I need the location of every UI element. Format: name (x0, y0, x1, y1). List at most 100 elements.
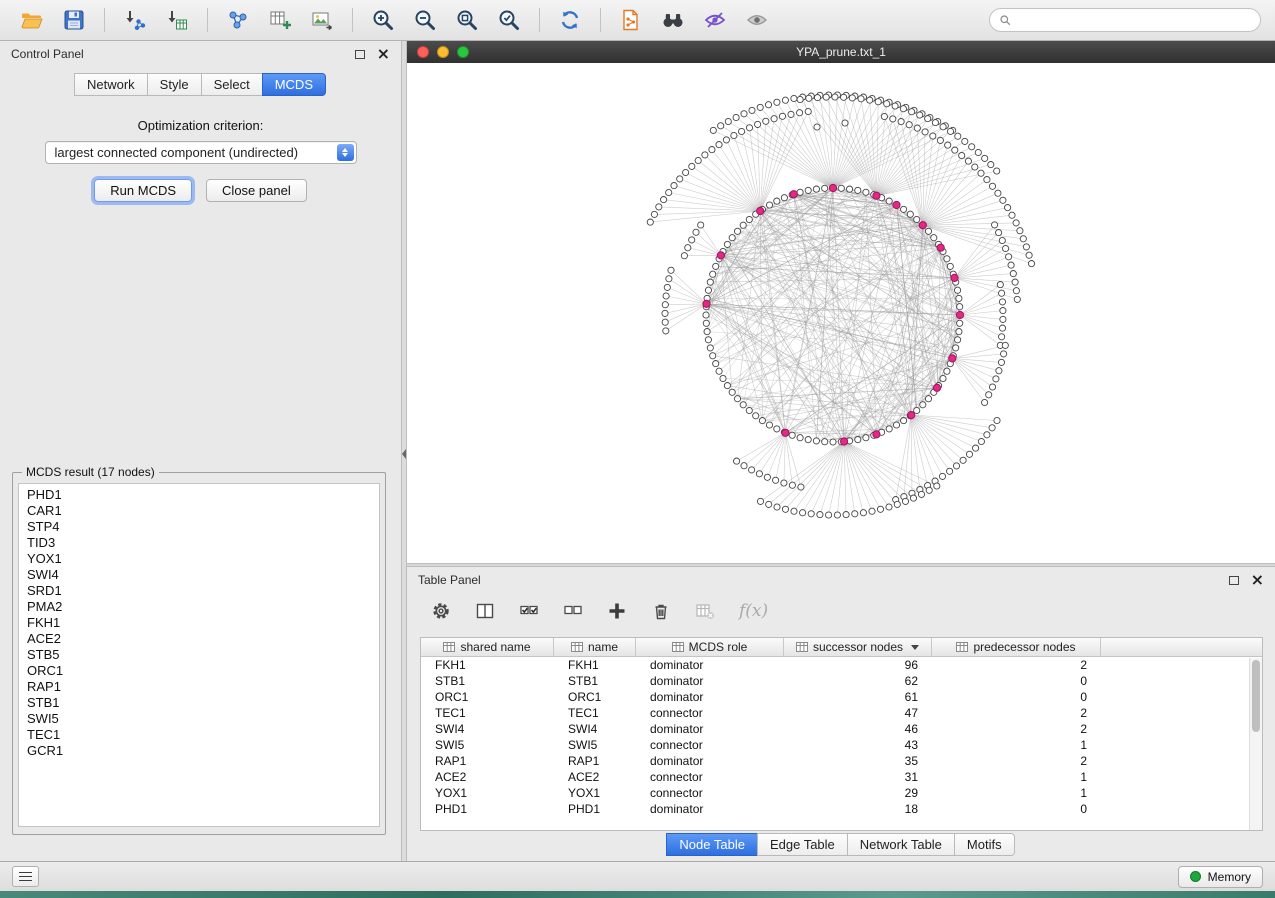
cell-name[interactable]: ACE2 (554, 769, 636, 785)
table-row[interactable]: ORC1 ORC1 dominator 61 0 (421, 689, 1262, 705)
cell-mcds-role[interactable]: dominator (636, 801, 784, 817)
mcds-result-item[interactable]: TEC1 (19, 727, 379, 743)
cell-predecessor-nodes[interactable]: 0 (932, 673, 1101, 689)
cell-predecessor-nodes[interactable]: 0 (932, 801, 1101, 817)
cell-name[interactable]: PHD1 (554, 801, 636, 817)
cell-name[interactable]: ORC1 (554, 689, 636, 705)
table-scrollbar[interactable] (1249, 658, 1262, 830)
cell-shared-name[interactable]: SWI4 (421, 721, 554, 737)
cell-shared-name[interactable]: STB1 (421, 673, 554, 689)
cell-predecessor-nodes[interactable]: 2 (932, 657, 1101, 673)
cell-predecessor-nodes[interactable]: 1 (932, 769, 1101, 785)
mcds-result-item[interactable]: STP4 (19, 519, 379, 535)
cell-mcds-role[interactable]: dominator (636, 657, 784, 673)
mcds-result-item[interactable]: PHD1 (19, 487, 379, 503)
mcds-result-item[interactable]: RAP1 (19, 679, 379, 695)
apply-layout-button[interactable] (552, 5, 588, 35)
table-tab[interactable]: Network Table (847, 833, 955, 856)
table-row[interactable]: STB1 STB1 dominator 62 0 (421, 673, 1262, 689)
cell-mcds-role[interactable]: connector (636, 705, 784, 721)
cell-predecessor-nodes[interactable]: 2 (932, 705, 1101, 721)
mcds-result-item[interactable]: FKH1 (19, 615, 379, 631)
mcds-result-item[interactable]: GCR1 (19, 743, 379, 759)
mcds-result-item[interactable]: CAR1 (19, 503, 379, 519)
cell-name[interactable]: YOX1 (554, 785, 636, 801)
control-panel-tab[interactable]: Style (147, 73, 202, 96)
column-header[interactable]: MCDS role (636, 638, 784, 656)
splitter-collapse-handle[interactable] (402, 449, 406, 459)
filter-button[interactable] (697, 5, 733, 35)
float-window-icon[interactable] (355, 50, 365, 59)
table-tab[interactable]: Edge Table (757, 833, 848, 856)
column-header[interactable]: name (554, 638, 636, 656)
run-mcds-button[interactable]: Run MCDS (94, 179, 192, 202)
table-row[interactable]: RAP1 RAP1 dominator 35 2 (421, 753, 1262, 769)
open-session-button[interactable] (14, 5, 50, 35)
mcds-result-item[interactable]: TID3 (19, 535, 379, 551)
cell-predecessor-nodes[interactable]: 1 (932, 785, 1101, 801)
table-row[interactable]: SWI4 SWI4 dominator 46 2 (421, 721, 1262, 737)
cell-shared-name[interactable]: TEC1 (421, 705, 554, 721)
network-canvas[interactable] (407, 63, 1275, 563)
mcds-result-item[interactable]: ORC1 (19, 663, 379, 679)
table-row[interactable]: YOX1 YOX1 connector 29 1 (421, 785, 1262, 801)
save-session-button[interactable] (56, 5, 92, 35)
table-row[interactable]: SWI5 SWI5 connector 43 1 (421, 737, 1262, 753)
mcds-result-item[interactable]: ACE2 (19, 631, 379, 647)
import-network-file-button[interactable] (117, 5, 153, 35)
cell-mcds-role[interactable]: dominator (636, 753, 784, 769)
show-columns-button[interactable] (475, 601, 495, 621)
cell-shared-name[interactable]: PHD1 (421, 801, 554, 817)
cell-successor-nodes[interactable]: 61 (784, 689, 932, 705)
cell-predecessor-nodes[interactable]: 2 (932, 721, 1101, 737)
cell-name[interactable]: RAP1 (554, 753, 636, 769)
table-row[interactable]: PHD1 PHD1 dominator 18 0 (421, 801, 1262, 817)
close-panel-button[interactable]: Close panel (206, 179, 307, 202)
mcds-result-item[interactable]: YOX1 (19, 551, 379, 567)
cell-predecessor-nodes[interactable]: 0 (932, 689, 1101, 705)
function-builder-icon[interactable]: f(x) (739, 601, 768, 621)
table-tab[interactable]: Node Table (666, 833, 758, 856)
column-header[interactable]: predecessor nodes (932, 638, 1101, 656)
cell-successor-nodes[interactable]: 35 (784, 753, 932, 769)
criterion-select[interactable]: largest connected component (undirected) (45, 141, 357, 164)
cell-name[interactable]: FKH1 (554, 657, 636, 673)
zoom-in-button[interactable] (365, 5, 401, 35)
cell-name[interactable]: SWI5 (554, 737, 636, 753)
table-row[interactable]: FKH1 FKH1 dominator 96 2 (421, 657, 1262, 673)
export-network-button[interactable] (613, 5, 649, 35)
mcds-result-item[interactable]: SRD1 (19, 583, 379, 599)
zoom-fit-button[interactable] (449, 5, 485, 35)
table-row[interactable]: TEC1 TEC1 connector 47 2 (421, 705, 1262, 721)
cell-successor-nodes[interactable]: 29 (784, 785, 932, 801)
mcds-result-item[interactable]: PMA2 (19, 599, 379, 615)
import-table-file-button[interactable] (159, 5, 195, 35)
cell-predecessor-nodes[interactable]: 1 (932, 737, 1101, 753)
cell-successor-nodes[interactable]: 46 (784, 721, 932, 737)
mcds-result-item[interactable]: SWI5 (19, 711, 379, 727)
cell-shared-name[interactable]: YOX1 (421, 785, 554, 801)
maximize-window-icon[interactable] (457, 46, 469, 58)
cell-mcds-role[interactable]: dominator (636, 721, 784, 737)
cell-mcds-role[interactable]: connector (636, 769, 784, 785)
minimize-window-icon[interactable] (437, 46, 449, 58)
cell-shared-name[interactable]: FKH1 (421, 657, 554, 673)
new-table-button[interactable] (262, 5, 298, 35)
cell-shared-name[interactable]: ORC1 (421, 689, 554, 705)
float-window-icon[interactable] (1229, 576, 1239, 585)
cell-successor-nodes[interactable]: 43 (784, 737, 932, 753)
panel-menu-button[interactable] (12, 866, 39, 887)
cell-successor-nodes[interactable]: 96 (784, 657, 932, 673)
find-button[interactable] (655, 5, 691, 35)
cell-mcds-role[interactable]: connector (636, 785, 784, 801)
scrollbar-thumb[interactable] (1252, 660, 1260, 732)
cell-shared-name[interactable]: SWI5 (421, 737, 554, 753)
close-window-icon[interactable] (417, 46, 429, 58)
deselect-all-button[interactable] (563, 601, 583, 621)
cell-mcds-role[interactable]: dominator (636, 689, 784, 705)
memory-button[interactable]: Memory (1178, 866, 1263, 888)
cell-successor-nodes[interactable]: 31 (784, 769, 932, 785)
cell-successor-nodes[interactable]: 47 (784, 705, 932, 721)
mcds-result-item[interactable]: SWI4 (19, 567, 379, 583)
zoom-out-button[interactable] (407, 5, 443, 35)
